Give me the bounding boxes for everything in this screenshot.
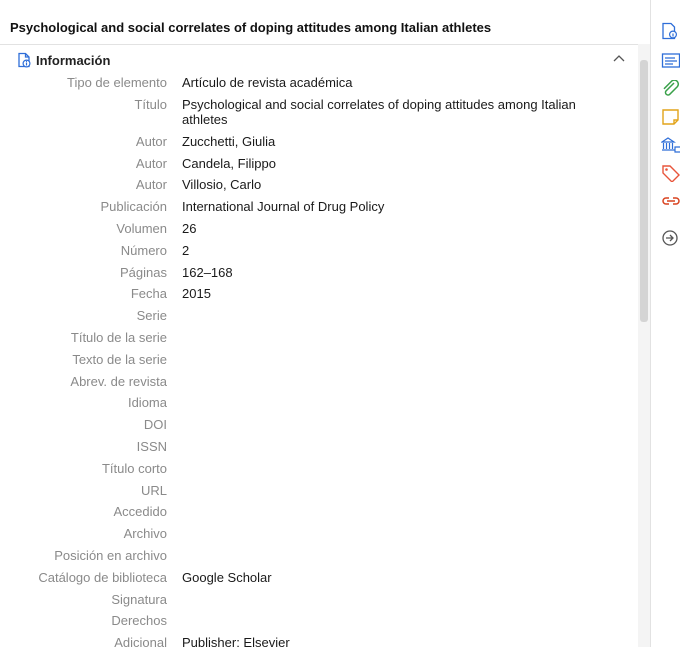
field-value[interactable]: Psychological and social correlates of d…: [182, 97, 612, 127]
field-value[interactable]: Publisher: Elsevier: [182, 635, 612, 647]
notes-icon[interactable]: [661, 108, 680, 126]
field-label: DOI: [143, 417, 167, 433]
field-row: Páginas 162–168: [0, 263, 630, 285]
field-row: Derechos: [0, 611, 630, 633]
related-icon[interactable]: [661, 192, 680, 210]
field-label: Páginas: [120, 264, 167, 280]
field-value[interactable]: Zucchetti, Giulia: [182, 134, 612, 149]
field-row: Título Psychological and social correlate…: [0, 95, 630, 132]
field-row: ISSN: [0, 437, 630, 459]
info-icon[interactable]: [661, 22, 680, 40]
field-row: Abrev. de revista: [0, 372, 630, 394]
field-row: Autor Candela, Filippo: [0, 154, 630, 176]
field-label: Texto de la serie: [72, 351, 167, 367]
field-row: Publicación International Journal of Drug…: [0, 197, 630, 219]
field-label: Serie: [136, 308, 167, 324]
field-value[interactable]: 26: [182, 221, 612, 236]
field-row: Catálogo de biblioteca Google Scholar: [0, 568, 630, 590]
field-label: Título corto: [101, 460, 167, 476]
field-row: Adicional Publisher: Elsevier: [0, 633, 630, 647]
field-row: DOI: [0, 415, 630, 437]
field-label: Número: [120, 242, 167, 258]
collapse-chevron-icon[interactable]: [610, 50, 628, 68]
field-label: Signatura: [111, 591, 167, 607]
field-label: ISSN: [136, 438, 167, 454]
field-value[interactable]: Villosio, Carlo: [182, 177, 612, 192]
field-label: Autor: [135, 177, 167, 193]
field-row: Accedido: [0, 502, 630, 524]
field-row: Fecha 2015: [0, 284, 630, 306]
field-row: Idioma: [0, 393, 630, 415]
field-value[interactable]: Artículo de revista académica: [182, 75, 612, 90]
field-row: Autor Zucchetti, Giulia: [0, 132, 630, 154]
item-pane-header: Psychological and social correlates of d…: [0, 0, 640, 45]
field-row: URL: [0, 481, 630, 503]
field-row: Serie: [0, 306, 630, 328]
field-label: Publicación: [100, 199, 168, 215]
field-value[interactable]: Candela, Filippo: [182, 156, 612, 171]
field-label: Abrev. de revista: [70, 373, 167, 389]
field-row: Tipo de elemento Artículo de revista acad…: [0, 73, 630, 95]
field-value[interactable]: Google Scholar: [182, 570, 612, 585]
field-row: Título de la serie: [0, 328, 630, 350]
field-label: URL: [140, 482, 167, 498]
info-section-header[interactable]: Información: [0, 44, 640, 74]
item-pane: Información Tipo de elemento Artículo de …: [0, 44, 640, 647]
field-label: Derechos: [111, 613, 167, 629]
field-label: Fecha: [130, 286, 167, 302]
field-label: Adicional: [114, 635, 167, 647]
field-label: Posición en archivo: [54, 547, 167, 563]
field-label: Tipo de elemento: [67, 75, 167, 90]
field-label: Volumen: [116, 220, 167, 236]
field-value[interactable]: 162–168: [182, 265, 612, 280]
locate-icon[interactable]: [661, 229, 680, 247]
field-label: Idioma: [127, 395, 167, 411]
field-value[interactable]: 2: [182, 243, 612, 258]
field-row: Título corto: [0, 459, 630, 481]
field-value[interactable]: International Journal of Drug Policy: [182, 199, 612, 214]
field-row: Posición en archivo: [0, 546, 630, 568]
field-value[interactable]: 2015: [182, 286, 612, 301]
item-pane-sidenav: [650, 0, 680, 647]
attachment-icon[interactable]: [661, 80, 680, 98]
field-row: Autor Villosio, Carlo: [0, 175, 630, 197]
field-row: Texto de la serie: [0, 350, 630, 372]
field-label: Autor: [135, 155, 167, 171]
field-label: Archivo: [123, 526, 167, 542]
libraries-icon[interactable]: [661, 136, 680, 154]
abstract-icon[interactable]: [661, 52, 680, 70]
scrollbar[interactable]: [638, 44, 650, 647]
field-row: Volumen 26: [0, 219, 630, 241]
scrollbar-thumb[interactable]: [640, 60, 648, 322]
field-row: Signatura: [0, 590, 630, 612]
info-icon: [18, 52, 31, 68]
section-title: Información: [36, 53, 111, 68]
field-row: Número 2: [0, 241, 630, 263]
tags-icon[interactable]: [661, 164, 680, 182]
field-label: Autor: [135, 133, 167, 149]
field-label: Catálogo de biblioteca: [38, 569, 167, 585]
field-row: Archivo: [0, 524, 630, 546]
item-title-heading: Psychological and social correlates of d…: [10, 20, 492, 35]
field-label: Título de la serie: [70, 329, 167, 345]
field-label: Título: [134, 96, 167, 112]
info-fields: Tipo de elemento Artículo de revista acad…: [0, 73, 630, 647]
field-label: Accedido: [113, 504, 167, 520]
